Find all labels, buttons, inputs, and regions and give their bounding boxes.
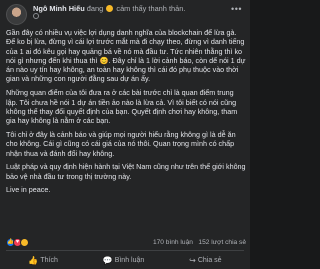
post-stats: 👍 ♥ 170 bình luận 152 lượt chia sẻ [6, 236, 246, 248]
like-label: Thích [40, 256, 58, 264]
haha-reaction-icon [20, 237, 29, 247]
share-count[interactable]: 152 lượt chia sẻ [198, 239, 246, 246]
like-icon: 👍 [28, 255, 39, 265]
status-prefix: đang [86, 4, 104, 13]
post-paragraph-3: Tôi chỉ ở đây là cảnh báo và giúp mọi ng… [6, 129, 236, 158]
like-button[interactable]: 👍 Thích [28, 256, 57, 265]
post-paragraph-2: Những quan điểm của tôi đưa ra ở các bài… [6, 88, 238, 126]
comment-icon: 💬 [102, 255, 113, 265]
post-paragraph-1: Gần đây có nhiều vụ việc lợi dụng danh n… [6, 28, 246, 84]
avatar[interactable] [6, 4, 27, 25]
post-body: Gần đây có nhiều vụ việc lợi dụng danh n… [6, 28, 246, 199]
globe-icon [33, 13, 39, 19]
share-button[interactable]: ↪ Chia sẻ [189, 256, 221, 265]
share-label: Chia sẻ [197, 256, 222, 264]
comment-count[interactable]: 170 bình luận [153, 239, 193, 246]
post-meta [33, 13, 185, 21]
post-paragraph-4: Luật pháp và quy định hiện hành tại Việt… [6, 162, 246, 181]
author-name[interactable]: Ngô Minh Hiếu [33, 4, 85, 13]
share-icon: ↪ [189, 255, 196, 265]
reactions-summary[interactable]: 👍 ♥ [6, 237, 29, 247]
post-actions: 👍 Thích 💬 Bình luận ↪ Chia sẻ [6, 253, 244, 267]
post-head-text: Ngô Minh Hiếu đang cảm thấy thanh thản. [33, 4, 185, 21]
comment-label: Bình luận [114, 256, 145, 264]
status-text: cảm thấy thanh thản. [116, 4, 186, 13]
feeling-icon [106, 5, 114, 12]
post-header: Ngô Minh Hiếu đang cảm thấy thanh thản. … [6, 4, 246, 26]
comment-button[interactable]: 💬 Bình luận [103, 256, 145, 265]
post-paragraph-5: Live in peace. [6, 185, 51, 195]
facebook-post: Ngô Minh Hiếu đang cảm thấy thanh thản. … [0, 0, 250, 269]
more-options-icon[interactable]: ••• [231, 4, 242, 14]
actions-divider [6, 250, 244, 251]
